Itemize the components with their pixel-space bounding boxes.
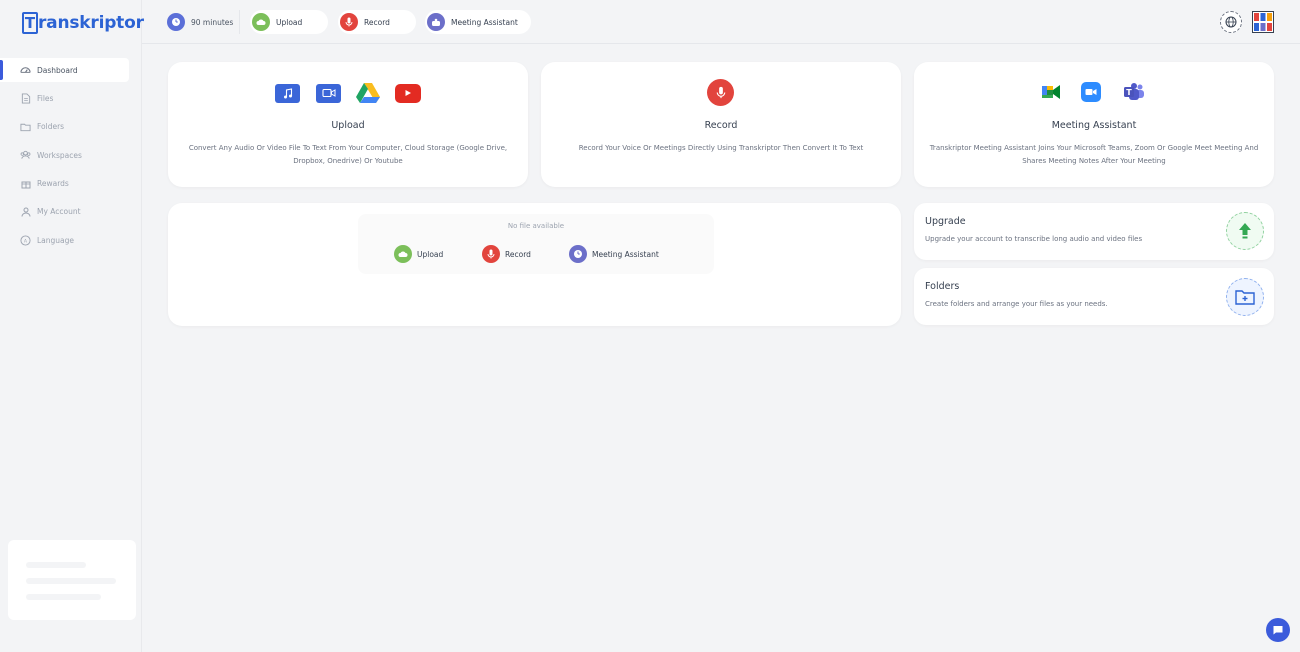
sidebar-item-folders[interactable]: Folders: [0, 115, 142, 139]
sidebar-promo-card: [8, 540, 136, 620]
meeting-card-title: Meeting Assistant: [1051, 120, 1137, 131]
promo-placeholder-line: [26, 594, 101, 600]
sidebar-item-label: Files: [37, 93, 54, 103]
transkriptor-logo[interactable]: T ranskriptor: [22, 12, 144, 34]
svg-text:A: A: [24, 238, 28, 244]
topbar-divider: [239, 10, 240, 34]
folders-description: Create folders and arrange your files as…: [925, 300, 1108, 308]
svg-text:T: T: [1126, 88, 1132, 97]
upgrade-description: Upgrade your account to transcribe long …: [925, 235, 1143, 243]
clock-icon: [569, 245, 587, 263]
sidebar-item-language[interactable]: A Language: [0, 228, 142, 252]
folders-card[interactable]: Folders Create folders and arrange your …: [914, 268, 1274, 325]
sidebar: T ranskriptor Dashboard Files Folders Wo…: [0, 0, 144, 652]
sidebar-item-label: Dashboard: [37, 65, 78, 75]
meeting-assistant-button[interactable]: Meeting Assistant: [425, 10, 531, 34]
file-icon: [20, 93, 31, 104]
google-meet-icon: [1040, 83, 1062, 101]
upload-card-description: Convert Any Audio Or Video File To Text …: [188, 144, 508, 165]
clock-icon: [167, 13, 185, 31]
empty-record-button[interactable]: Record: [482, 244, 531, 264]
translate-icon: [1225, 16, 1237, 28]
minutes-remaining: 90 minutes: [167, 12, 233, 32]
cloud-upload-icon: [252, 13, 270, 31]
record-button-label: Record: [364, 17, 390, 27]
upgrade-title: Upgrade: [925, 216, 966, 227]
sidebar-item-dashboard[interactable]: Dashboard: [0, 58, 129, 82]
logo-initial: T: [22, 12, 38, 34]
chat-icon: [1273, 626, 1283, 635]
upload-card[interactable]: Upload Convert Any Audio Or Video File T…: [168, 62, 528, 187]
folders-title: Folders: [925, 281, 960, 292]
upload-card-title: Upload: [331, 120, 365, 131]
meeting-assistant-button-label: Meeting Assistant: [451, 17, 518, 27]
sidebar-item-rewards[interactable]: Rewards: [0, 172, 142, 196]
dashboard-icon: [20, 65, 31, 76]
sidebar-item-label: Rewards: [37, 179, 69, 189]
youtube-icon[interactable]: [395, 83, 421, 103]
sidebar-item-files[interactable]: Files: [0, 86, 142, 110]
record-card[interactable]: Record Record Your Voice Or Meetings Dir…: [541, 62, 901, 187]
workspaces-icon: [20, 150, 31, 161]
upload-sources: [275, 82, 421, 104]
google-drive-icon[interactable]: [355, 82, 381, 104]
empty-record-label: Record: [505, 249, 531, 259]
record-button[interactable]: Record: [338, 10, 416, 34]
language-switch-button[interactable]: [1220, 11, 1242, 33]
empty-state-text: No file available: [507, 222, 565, 230]
upload-button[interactable]: Upload: [250, 10, 328, 34]
empty-upload-label: Upload: [417, 249, 444, 259]
empty-meeting-label: Meeting Assistant: [592, 249, 659, 259]
meeting-assistant-card[interactable]: T Meeting Assistant Transkriptor Meeting…: [914, 62, 1274, 187]
support-chat-button[interactable]: [1266, 618, 1290, 642]
promo-placeholder-line: [26, 578, 116, 584]
record-card-title: Record: [704, 120, 738, 131]
upgrade-arrow-icon: [1226, 212, 1264, 250]
minutes-text: 90 minutes: [191, 17, 234, 27]
sidebar-item-label: Folders: [37, 122, 65, 132]
audio-file-icon[interactable]: [275, 83, 300, 103]
empty-meeting-assistant-button[interactable]: Meeting Assistant: [569, 244, 659, 264]
profile-flag-icon[interactable]: [1252, 11, 1274, 33]
cloud-upload-icon: [394, 245, 412, 263]
empty-upload-button[interactable]: Upload: [394, 244, 443, 264]
upload-button-label: Upload: [276, 17, 303, 27]
language-icon: A: [20, 235, 31, 246]
sidebar-item-label: Language: [37, 235, 75, 245]
video-file-icon[interactable]: [316, 83, 341, 103]
sidebar-nav: Dashboard Files Folders Workspaces Rewar…: [0, 58, 142, 257]
gift-icon: [20, 178, 31, 189]
sidebar-item-my-account[interactable]: My Account: [0, 200, 142, 224]
sidebar-item-workspaces[interactable]: Workspaces: [0, 143, 142, 167]
microphone-icon: [482, 245, 500, 263]
promo-placeholder-line: [26, 562, 86, 568]
sidebar-item-label: My Account: [37, 207, 81, 217]
microsoft-teams-icon: T: [1123, 82, 1145, 102]
add-folder-icon: [1226, 278, 1264, 316]
zoom-icon: [1081, 82, 1101, 102]
microphone-icon[interactable]: [707, 79, 734, 106]
sidebar-item-label: Workspaces: [37, 150, 82, 160]
record-card-description: Record Your Voice Or Meetings Directly U…: [578, 144, 864, 152]
upgrade-card[interactable]: Upgrade Upgrade your account to transcri…: [914, 203, 1274, 260]
logo-text: ranskriptor: [38, 13, 144, 33]
meeting-card-description: Transkriptor Meeting Assistant Joins You…: [929, 144, 1259, 165]
folder-icon: [20, 121, 31, 132]
meeting-platforms: T: [1040, 82, 1145, 102]
microphone-icon: [340, 13, 358, 31]
user-icon: [20, 206, 31, 217]
meeting-assistant-icon: [427, 13, 445, 31]
